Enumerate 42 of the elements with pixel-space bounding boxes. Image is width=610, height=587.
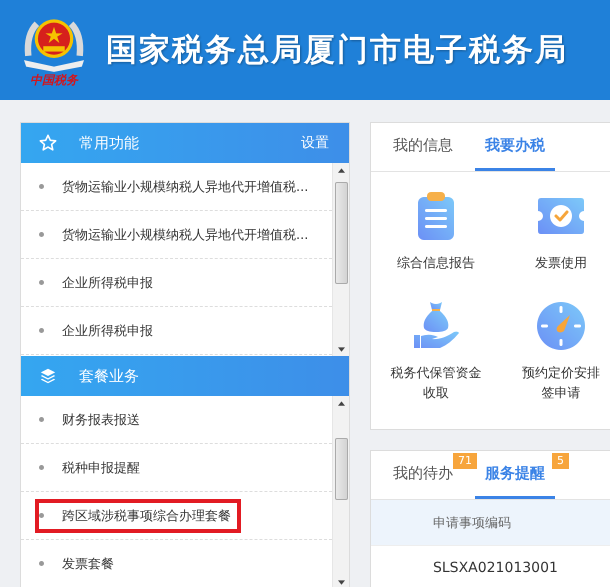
money-bag-icon[interactable] <box>412 302 460 350</box>
star-icon <box>39 134 57 152</box>
compass-icon[interactable] <box>537 302 585 350</box>
bullet-icon <box>39 513 44 518</box>
site-title: 国家税务总局厦门市电子税务局 <box>106 31 568 70</box>
bullet-icon <box>39 328 44 333</box>
count-badge: 71 <box>453 453 477 469</box>
menu-item[interactable]: 企业所得税申报 <box>35 314 163 348</box>
scrollbar[interactable] <box>332 396 349 587</box>
scroll-down-icon[interactable] <box>338 346 344 352</box>
menu-item[interactable]: 货物运输业小规模纳税人异地代开增值税... <box>35 218 318 252</box>
bullet-icon <box>39 417 44 422</box>
tab[interactable]: 我的信息 <box>383 123 463 171</box>
section-title: 套餐业务 <box>79 366 139 386</box>
service-label[interactable]: 综合信息报告 <box>390 254 482 274</box>
scroll-up-icon[interactable] <box>338 168 344 172</box>
menu-item[interactable]: 财务报表报送 <box>35 402 150 436</box>
menu-item[interactable]: 货物运输业小规模纳税人异地代开增值税... <box>35 170 318 204</box>
column-header: 申请事项编码 <box>433 514 511 532</box>
service-label[interactable]: 预约定价安排签申请 <box>521 364 601 404</box>
scrollbar[interactable] <box>332 163 349 356</box>
bullet-icon <box>39 280 44 285</box>
bullet-icon <box>39 561 44 566</box>
service-label[interactable]: 发票使用 <box>521 254 601 274</box>
menu-item[interactable]: 税种申报提醒 <box>35 450 150 484</box>
count-badge: 5 <box>552 453 569 469</box>
menu-item[interactable]: 跨区域涉税事项综合办理套餐 <box>35 498 241 532</box>
bullet-icon <box>39 465 44 470</box>
table-cell: SLSXA021013001 <box>433 560 558 576</box>
section-title: 常用功能 <box>79 134 139 152</box>
bullet-icon <box>39 184 44 189</box>
menu-item[interactable]: 企业所得税申报 <box>35 266 163 300</box>
scroll-up-icon[interactable] <box>338 400 344 406</box>
logo-caption: 中国税务 <box>30 73 78 87</box>
scroll-thumb[interactable] <box>334 438 348 500</box>
layers-icon <box>39 367 57 385</box>
tab[interactable]: 我要办税 <box>475 123 555 171</box>
bullet-icon <box>39 232 44 237</box>
scroll-down-icon[interactable] <box>338 580 344 584</box>
menu-item[interactable]: 发票套餐 <box>35 546 124 580</box>
scroll-thumb[interactable] <box>334 182 348 284</box>
service-label[interactable]: 税务代保管资金收取 <box>390 364 482 404</box>
